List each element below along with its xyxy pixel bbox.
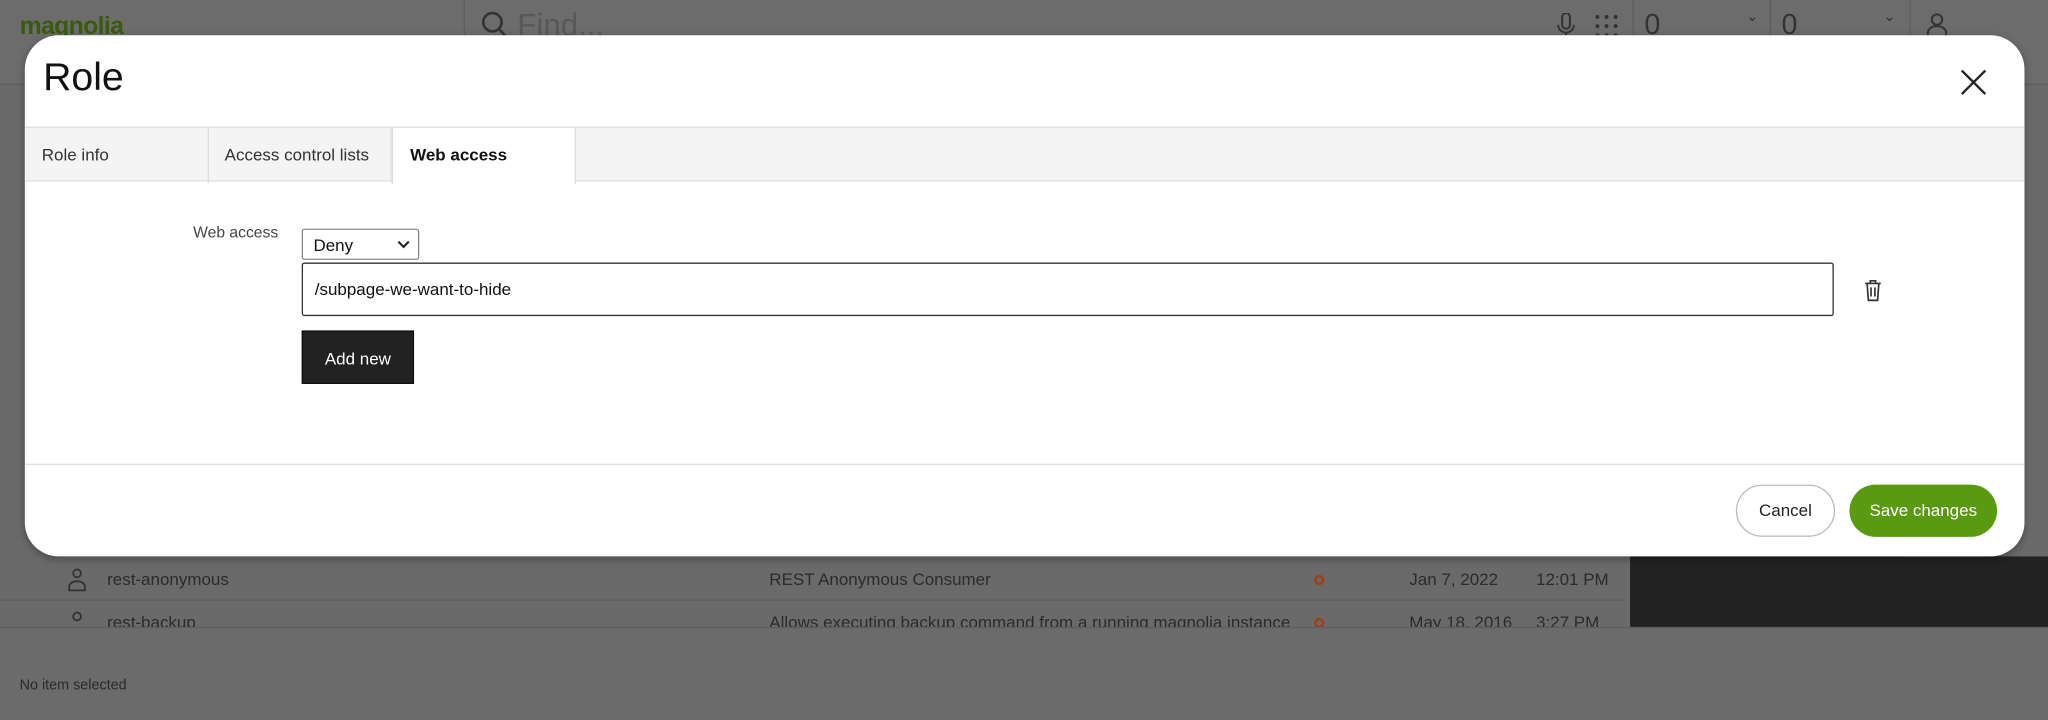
- footer-divider: [24, 463, 2025, 465]
- cancel-button[interactable]: Cancel: [1735, 484, 1836, 537]
- detail-panel: [1630, 556, 2048, 627]
- role-icon: [68, 568, 86, 592]
- chevron-down-icon: ⌄: [1746, 9, 1759, 25]
- trash-icon[interactable]: [1864, 279, 1882, 302]
- status-footer: No item selected: [0, 626, 2048, 720]
- status-dot: [1313, 574, 1325, 586]
- tab-bar: Role info Access control lists Web acces…: [24, 126, 2025, 185]
- role-icon: [72, 611, 82, 622]
- tab-web-access[interactable]: Web access: [391, 127, 576, 185]
- add-new-button[interactable]: Add new: [301, 330, 415, 384]
- dialog-title: Role: [43, 56, 124, 100]
- table-row[interactable]: rest-anonymous REST Anonymous Consumer J…: [0, 558, 1623, 601]
- chevron-down-icon: ⌄: [1883, 9, 1896, 25]
- web-access-label: Web access: [193, 223, 279, 242]
- table-row[interactable]: rest-backup Allows executing backup comm…: [0, 601, 1622, 627]
- tab-access-control-lists[interactable]: Access control lists: [208, 127, 392, 183]
- tab-role-info[interactable]: Role info: [25, 127, 209, 183]
- path-input[interactable]: /subpage-we-want-to-hide: [301, 262, 1834, 317]
- chevron-down-icon: [397, 240, 410, 249]
- save-changes-button[interactable]: Save changes: [1849, 484, 1998, 537]
- role-dialog: Role Role info Access control lists Web …: [24, 35, 2025, 557]
- access-type-select[interactable]: Deny: [301, 228, 420, 260]
- status-text: No item selected: [19, 677, 127, 694]
- close-icon[interactable]: [1958, 67, 1989, 98]
- status-dot: [1313, 617, 1325, 627]
